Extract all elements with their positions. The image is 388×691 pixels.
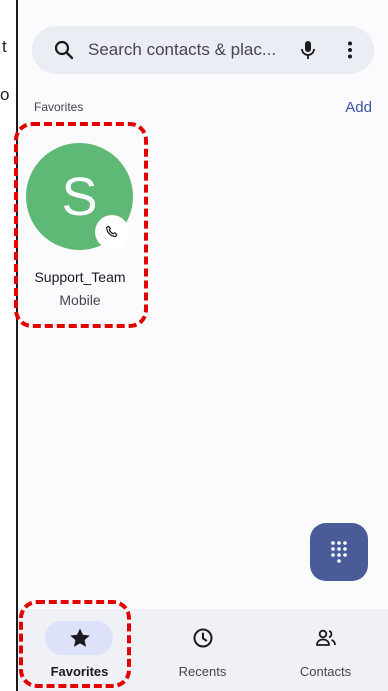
highlight-box-favorites-tab — [19, 600, 131, 688]
favorites-section-label: Favorites — [34, 100, 84, 114]
left-fragment-text-1: t — [2, 37, 7, 56]
add-favorite-button[interactable]: Add — [345, 99, 372, 116]
search-bar[interactable]: Search contacts & plac... — [32, 26, 374, 74]
more-options-icon[interactable] — [338, 38, 362, 62]
people-icon — [316, 629, 336, 646]
microphone-icon[interactable] — [296, 38, 320, 62]
nav-tab-recents[interactable]: Recents — [141, 609, 264, 691]
left-fragment-text-2: o — [0, 85, 10, 104]
nav-label-recents: Recents — [178, 664, 227, 679]
highlight-box-contact — [14, 122, 148, 328]
nav-label-contacts: Contacts — [299, 664, 352, 679]
clock-icon — [193, 628, 213, 648]
left-edge-strip: t o — [0, 0, 16, 691]
phone-screen: Search contacts & plac... Favorites Add … — [14, 0, 388, 691]
dialpad-icon — [331, 541, 347, 563]
nav-tab-contacts[interactable]: Contacts — [264, 609, 387, 691]
search-input[interactable]: Search contacts & plac... — [88, 40, 276, 60]
dialpad-button[interactable] — [310, 523, 368, 581]
search-icon — [54, 40, 74, 60]
